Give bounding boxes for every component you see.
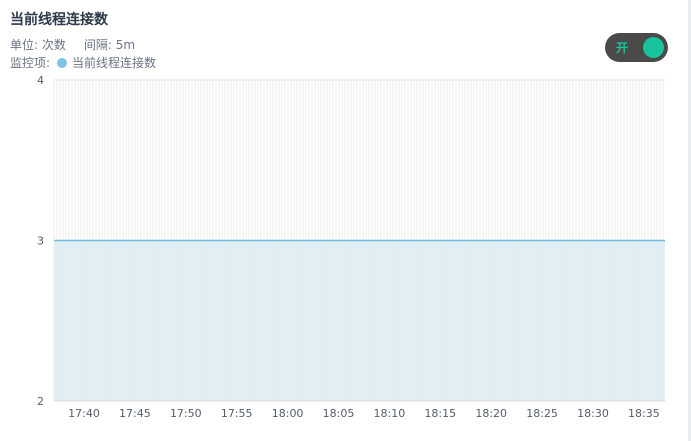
x-tick-label: 18:35 <box>628 407 660 420</box>
x-tick-label: 17:40 <box>68 407 100 420</box>
x-tick-label: 18:25 <box>526 407 558 420</box>
x-tick-label: 18:05 <box>323 407 355 420</box>
x-tick-label: 17:45 <box>119 407 151 420</box>
x-tick-label: 18:15 <box>424 407 456 420</box>
x-tick-label: 18:10 <box>374 407 406 420</box>
y-tick-label: 4 <box>37 74 44 87</box>
x-tick-label: 17:55 <box>221 407 253 420</box>
x-tick-label: 18:30 <box>577 407 609 420</box>
x-tick-label: 17:50 <box>170 407 202 420</box>
chart-canvas: 2 3 4 17:40 17:45 17:50 17:55 18:00 18:05 18:10 18… <box>37 74 665 420</box>
y-tick-label: 2 <box>37 395 44 408</box>
series-area <box>54 240 665 401</box>
y-tick-label: 3 <box>37 235 44 248</box>
x-tick-label: 18:00 <box>272 407 304 420</box>
chart-panel: 当前线程连接数 单位: 次数 间隔: 5m 监控项: 当前线程连接数 开 2341… <box>0 0 691 441</box>
x-tick-label: 18:20 <box>475 407 507 420</box>
